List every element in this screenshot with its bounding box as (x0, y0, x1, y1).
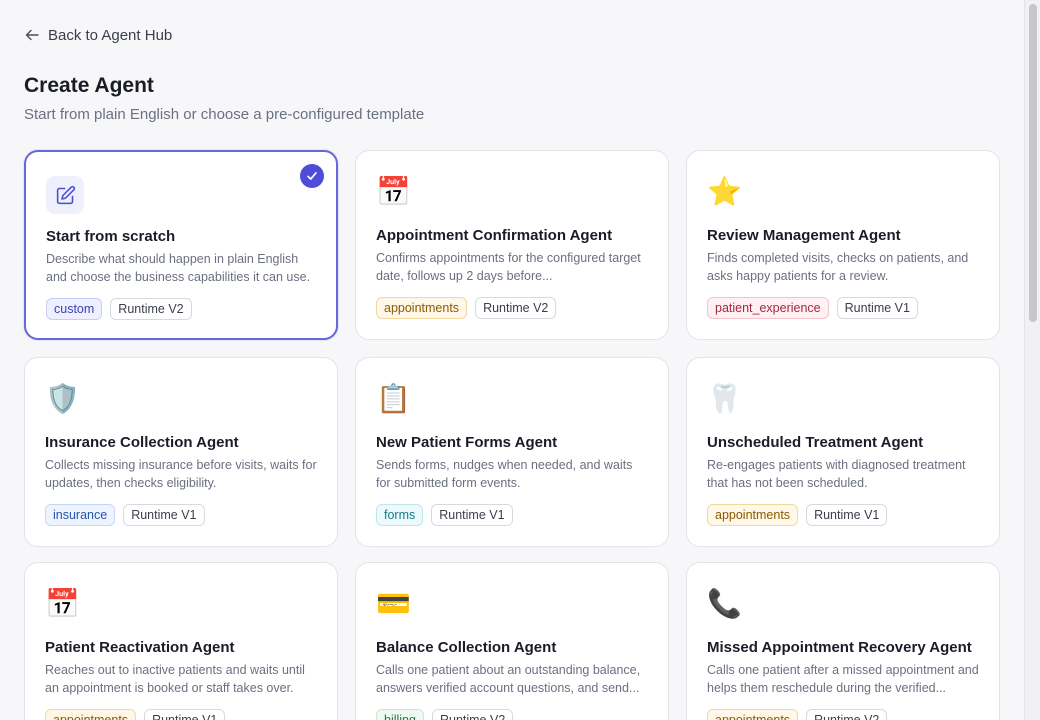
page-title: Create Agent (24, 74, 154, 97)
tag-appointments: appointments (707, 709, 799, 720)
tag-runtime: Runtime V1 (144, 709, 226, 720)
card-title: Unscheduled Treatment Agent (707, 434, 924, 451)
card-tags: billing Runtime V2 (376, 709, 514, 720)
card-tags: appointments Runtime V1 (707, 504, 888, 526)
clipboard-icon: 📋 (376, 382, 411, 415)
card-tags: patient_experience Runtime V1 (707, 297, 918, 319)
tag-runtime: Runtime V1 (123, 504, 205, 526)
selected-check-icon (300, 164, 324, 188)
template-card-patient-reactivation[interactable]: 📅 Patient Reactivation Agent Reaches out… (24, 562, 338, 720)
calendar-icon: 📅 (45, 587, 80, 620)
tag-runtime: Runtime V2 (431, 709, 514, 720)
card-title: Appointment Confirmation Agent (376, 227, 613, 244)
create-agent-page: Back to Agent Hub Create Agent Start fro… (0, 0, 1024, 720)
card-title: Insurance Collection Agent (45, 434, 239, 451)
template-card-insurance-collection[interactable]: 🛡️ Insurance Collection Agent Collects m… (24, 357, 338, 547)
card-description: Collects missing insurance before visits… (45, 458, 317, 490)
pencil-square-icon (46, 176, 84, 214)
tag-runtime: Runtime V2 (110, 298, 192, 320)
tooth-icon: 🦷 (707, 382, 742, 415)
tag-runtime: Runtime V2 (806, 709, 888, 720)
template-card-new-patient-forms[interactable]: 📋 New Patient Forms Agent Sends forms, n… (355, 357, 669, 547)
credit-card-icon: 💳 (376, 587, 411, 620)
shield-icon: 🛡️ (45, 382, 80, 415)
page-subtitle: Start from plain English or choose a pre… (24, 106, 425, 123)
tag-insurance: insurance (45, 504, 116, 526)
card-description: Calls one patient after a missed appoint… (707, 663, 979, 695)
card-title: Start from scratch (46, 228, 176, 245)
card-description: Confirms appointments for the configured… (376, 251, 641, 283)
template-card-unscheduled-treatment[interactable]: 🦷 Unscheduled Treatment Agent Re-engages… (686, 357, 1000, 547)
tag-billing: billing (376, 709, 424, 720)
page-scrollbar[interactable] (1024, 0, 1040, 720)
card-description: Sends forms, nudges when needed, and wai… (376, 458, 633, 490)
card-title: Review Management Agent (707, 227, 901, 244)
card-title: Missed Appointment Recovery Agent (707, 639, 972, 656)
tag-appointments: appointments (707, 504, 799, 526)
back-to-agent-hub-link[interactable]: Back to Agent Hub (24, 25, 172, 45)
tag-runtime: Runtime V1 (806, 504, 888, 526)
template-card-scratch[interactable]: Start from scratch Describe what should … (24, 150, 338, 340)
star-icon: ⭐ (707, 175, 742, 208)
tag-runtime: Runtime V1 (431, 504, 513, 526)
card-title: Patient Reactivation Agent (45, 639, 235, 656)
template-card-balance-collection[interactable]: 💳 Balance Collection Agent Calls one pat… (355, 562, 669, 720)
card-description: Finds completed visits, checks on patien… (707, 251, 969, 283)
tag-appointments: appointments (45, 709, 137, 720)
arrow-left-icon (25, 29, 39, 41)
template-card-appointment-confirmation[interactable]: 📅 Appointment Confirmation Agent Confirm… (355, 150, 669, 340)
back-link-label: Back to Agent Hub (48, 26, 173, 44)
card-description: Reaches out to inactive patients and wai… (45, 663, 305, 695)
template-card-review-management[interactable]: ⭐ Review Management Agent Finds complete… (686, 150, 1000, 340)
card-tags: insurance Runtime V1 (45, 504, 205, 526)
tag-forms: forms (376, 504, 424, 526)
calendar-icon: 📅 (376, 175, 411, 208)
tag-runtime: Runtime V2 (475, 297, 557, 319)
card-tags: custom Runtime V2 (46, 298, 192, 320)
tag-patient_experience: patient_experience (707, 297, 829, 319)
card-description: Describe what should happen in plain Eng… (46, 252, 311, 284)
card-title: Balance Collection Agent (376, 639, 557, 656)
tag-runtime: Runtime V1 (836, 297, 918, 319)
tag-appointments: appointments (376, 297, 468, 319)
template-card-missed-appointment-recovery[interactable]: 📞 Missed Appointment Recovery Agent Call… (686, 562, 1000, 720)
card-tags: appointments Runtime V2 (707, 709, 888, 720)
card-tags: appointments Runtime V2 (376, 297, 557, 319)
card-description: Re-engages patients with diagnosed treat… (707, 458, 966, 490)
tag-custom: custom (46, 298, 103, 320)
phone-icon: 📞 (707, 587, 742, 620)
card-title: New Patient Forms Agent (376, 434, 558, 451)
card-tags: appointments Runtime V1 (45, 709, 226, 720)
card-tags: forms Runtime V1 (376, 504, 513, 526)
card-description: Calls one patient about an outstanding b… (376, 663, 641, 695)
scrollbar-thumb[interactable] (1029, 4, 1037, 322)
